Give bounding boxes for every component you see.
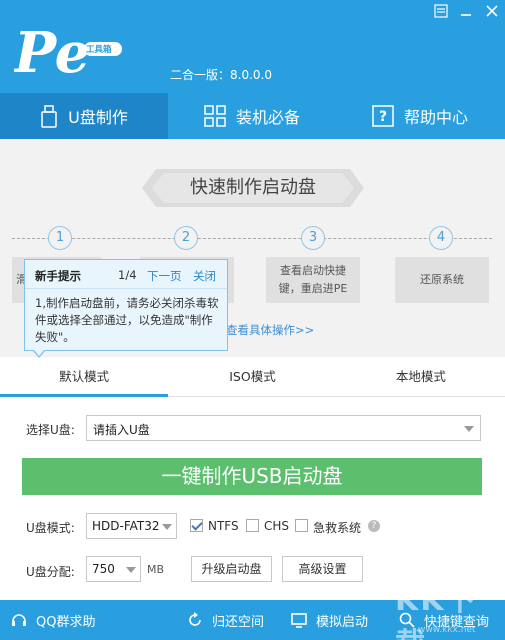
step-number-1: 1 (48, 226, 72, 250)
usb-mode-value: HDD-FAT32 (92, 519, 160, 533)
chs-checkbox[interactable] (246, 519, 259, 532)
tab-essentials[interactable]: 装机必备 (168, 93, 336, 139)
step-box-3: 查看启动快捷键，重启进PE (266, 257, 360, 303)
headset-icon (12, 614, 26, 626)
app-header: Pe 工具箱 二合一版：8.0.0.0 (0, 0, 505, 93)
partition-unit: MB (147, 563, 165, 576)
step-number-3: 3 (301, 226, 325, 250)
tab-essentials-label: 装机必备 (235, 108, 300, 127)
minimize-icon[interactable] (459, 4, 473, 18)
partition-size-select[interactable]: 750 (86, 556, 141, 582)
tip-title: 新手提示 (35, 269, 81, 283)
tip-body: 1,制作启动盘前，请务必关闭杀毒软件或选择全部通过，以免造成"制作失败"。 (35, 296, 219, 344)
ntfs-label: NTFS (208, 519, 239, 533)
watermark-url: www.kkx.net (418, 625, 476, 635)
select-usb-label: 选择U盘: (26, 423, 75, 437)
monitor-icon (291, 613, 307, 628)
menu-icon[interactable] (434, 4, 448, 18)
step-number-2: 2 (174, 226, 198, 250)
view-details-link[interactable]: 查看具体操作>> (226, 322, 314, 338)
qq-group-help-label: QQ群求助 (36, 614, 96, 630)
step-number-4: 4 (429, 226, 453, 250)
rescue-system-checkbox[interactable] (295, 519, 308, 532)
partition-label: U盘分配: (26, 565, 75, 579)
search-icon (399, 612, 415, 628)
tip-header: 新手提示 1/4 下一页 关闭 (25, 260, 227, 288)
tab-help-center-label: 帮助中心 (403, 108, 468, 127)
beginner-tip-popup: 新手提示 1/4 下一页 关闭 1,制作启动盘前，请务必关闭杀毒软件或选择全部通… (24, 259, 228, 351)
tip-divider (25, 288, 227, 289)
usb-mode-label: U盘模式: (26, 521, 75, 535)
restore-space-label: 归还空间 (212, 614, 265, 630)
ntfs-checkbox[interactable] (190, 519, 203, 532)
tab-help-center[interactable]: ? 帮助中心 (336, 93, 504, 139)
upgrade-boot-button[interactable]: 升级启动盘 (191, 556, 272, 582)
usb-select[interactable]: 请插入U盘 (86, 415, 481, 441)
help-circle-icon: ? (372, 105, 394, 127)
chevron-down-icon (464, 426, 474, 432)
tab-default-mode[interactable]: 默认模式 (0, 357, 169, 397)
grid-apps-icon (204, 105, 226, 127)
restore-icon (189, 612, 201, 626)
steps-dotted-line (12, 238, 492, 239)
restore-space-button[interactable]: 归还空间 (186, 600, 264, 640)
usb-drive-icon (41, 105, 57, 128)
svg-text:?: ? (379, 109, 387, 125)
tip-close-link[interactable]: 关闭 (193, 268, 216, 284)
close-icon[interactable] (485, 4, 499, 18)
chevron-down-icon (126, 567, 136, 573)
rescue-system-label: 急救系统 (313, 521, 362, 535)
qq-group-help-button[interactable]: QQ群求助 (10, 600, 95, 640)
chs-label: CHS (264, 519, 290, 533)
tab-usb-make-label: U盘制作 (68, 108, 128, 127)
tip-pointer-fill (33, 349, 45, 356)
tip-page-indicator: 1/4 (118, 268, 137, 282)
simulate-boot-label: 模拟启动 (316, 614, 369, 630)
logo-badge-text: 工具箱 (86, 45, 112, 55)
tip-next-link[interactable]: 下一页 (147, 268, 182, 284)
mode-tabs: 默认模式 ISO模式 本地模式 (0, 357, 505, 397)
tab-local-mode[interactable]: 本地模式 (337, 357, 505, 396)
version-text: 二合一版：8.0.0.0 (170, 68, 272, 82)
chevron-down-icon (162, 524, 172, 530)
step-4-text: 还原系统 (420, 273, 464, 286)
help-question-icon[interactable]: ? (368, 520, 380, 532)
step-3-text: 查看启动快捷键，重启进PE (278, 264, 348, 295)
banner-title: 快速制作启动盘 (190, 177, 316, 198)
step-box-4: 还原系统 (395, 257, 489, 303)
tab-usb-make[interactable]: U盘制作 (0, 93, 168, 139)
simulate-boot-button[interactable]: 模拟启动 (290, 600, 368, 640)
svg-text:Pe: Pe (14, 20, 90, 82)
advanced-settings-button[interactable]: 高级设置 (282, 556, 363, 582)
tab-iso-mode[interactable]: ISO模式 (168, 357, 336, 396)
usb-select-value: 请插入U盘 (93, 423, 150, 437)
main-nav: U盘制作 装机必备 ? 帮助中心 (0, 93, 505, 139)
usb-mode-select[interactable]: HDD-FAT32 (86, 513, 177, 539)
partition-size-value: 750 (92, 562, 115, 576)
make-usb-boot-button[interactable]: 一键制作USB启动盘 (22, 458, 482, 495)
